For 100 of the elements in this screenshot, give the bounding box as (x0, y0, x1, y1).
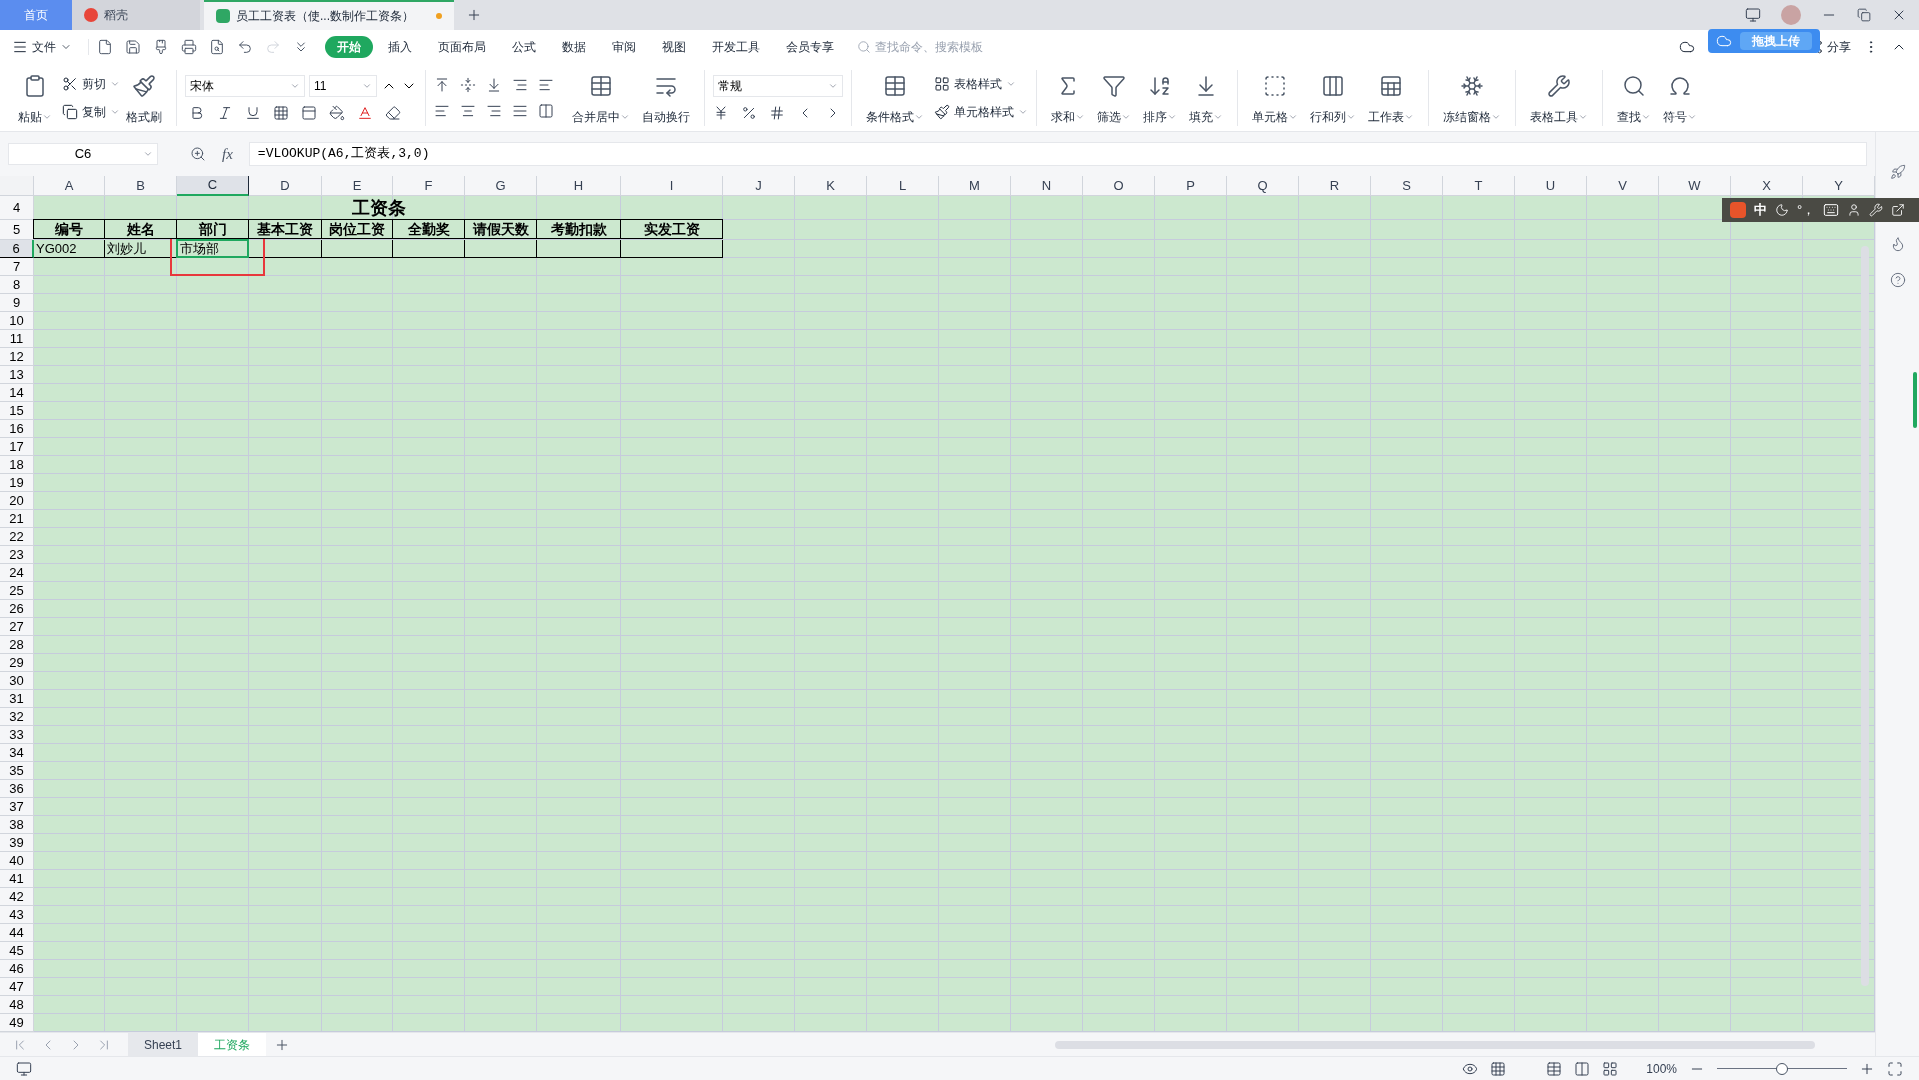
column-header[interactable]: Y (1803, 176, 1875, 196)
column-header[interactable]: X (1731, 176, 1803, 196)
align-top-icon[interactable] (434, 76, 450, 93)
row-header[interactable]: 7 (0, 258, 34, 276)
ribbon-tab[interactable]: 公式 (501, 36, 547, 58)
ribbon-tab[interactable]: 页面布局 (427, 36, 497, 58)
row-header[interactable]: 37 (0, 798, 34, 816)
format-painter-icon[interactable] (132, 73, 156, 98)
row-header[interactable]: 14 (0, 384, 34, 402)
conditional-format-button[interactable]: 条件格式 (860, 69, 930, 126)
thousands-icon[interactable] (769, 104, 785, 121)
row-header[interactable]: 49 (0, 1014, 34, 1032)
row-header[interactable]: 29 (0, 654, 34, 672)
user-icon[interactable] (1847, 203, 1862, 217)
column-header[interactable]: Q (1227, 176, 1299, 196)
menu-icon[interactable] (12, 39, 28, 55)
cell-style-button[interactable]: 单元格样式 (934, 99, 1028, 124)
rocket-icon[interactable] (1889, 164, 1906, 180)
column-header[interactable]: H (537, 176, 621, 196)
sum-button[interactable]: 求和 (1045, 69, 1091, 126)
save-icon[interactable] (125, 39, 141, 55)
input-icon[interactable] (1490, 1060, 1507, 1077)
sort-button[interactable]: 排序 (1137, 69, 1183, 126)
ribbon-tab[interactable]: 会员专享 (775, 36, 845, 58)
name-box[interactable]: C6 (8, 143, 158, 165)
ribbon-tab[interactable]: 开发工具 (701, 36, 771, 58)
font-family-dropdown[interactable]: 宋体 (185, 74, 305, 97)
freeze-panes-button[interactable]: 冻结窗格 (1437, 69, 1507, 126)
align-middle-icon[interactable] (460, 76, 476, 93)
zoom-slider[interactable] (1717, 1062, 1847, 1075)
window-tab[interactable]: 员工工资表（使...数制作工资条） (204, 0, 454, 30)
row-header[interactable]: 4 (0, 196, 34, 220)
row-header[interactable]: 43 (0, 906, 34, 924)
format-painter-button[interactable]: 格式刷 (120, 69, 168, 126)
window-tab[interactable]: 稻壳 (72, 0, 200, 30)
row-header[interactable]: 36 (0, 780, 34, 798)
row-header[interactable]: 15 (0, 402, 34, 420)
copy-button[interactable]: 复制 (62, 99, 120, 124)
cut-icon[interactable] (62, 75, 78, 92)
table-cell[interactable]: 市场部 (176, 239, 249, 258)
column-header[interactable]: U (1515, 176, 1587, 196)
macro-icon[interactable] (16, 1060, 32, 1077)
filter-button[interactable]: 筛选 (1091, 69, 1137, 126)
row-header[interactable]: 32 (0, 708, 34, 726)
restore-icon[interactable] (1857, 8, 1871, 22)
brush-icon[interactable] (153, 39, 169, 55)
row-header[interactable]: 46 (0, 960, 34, 978)
merge-center-icon[interactable] (589, 73, 613, 98)
row-header[interactable]: 13 (0, 366, 34, 384)
row-header[interactable]: 40 (0, 852, 34, 870)
column-header[interactable]: B (105, 176, 177, 196)
find-button[interactable]: 查找 (1611, 69, 1657, 126)
row-header[interactable]: 23 (0, 546, 34, 564)
column-header[interactable]: L (867, 176, 939, 196)
number-format-dropdown[interactable]: 常规 (713, 74, 843, 97)
row-header[interactable]: 5 (0, 220, 34, 240)
column-header[interactable]: R (1299, 176, 1371, 196)
row-header[interactable]: 6 (0, 240, 34, 258)
bold-icon[interactable] (189, 104, 205, 121)
row-header[interactable]: 47 (0, 978, 34, 996)
zoom-level[interactable]: 100% (1646, 1059, 1677, 1078)
row-header[interactable]: 33 (0, 726, 34, 744)
row-header[interactable]: 18 (0, 456, 34, 474)
row-header[interactable]: 48 (0, 996, 34, 1014)
distribute-icon[interactable] (538, 102, 554, 119)
table-style-icon[interactable] (934, 75, 950, 92)
row-header[interactable]: 11 (0, 330, 34, 348)
column-header[interactable]: F (393, 176, 465, 196)
new-file-icon[interactable] (97, 39, 113, 55)
row-header[interactable]: 21 (0, 510, 34, 528)
copy-icon[interactable] (62, 103, 78, 120)
vertical-scrollbar[interactable] (1861, 246, 1869, 986)
row-header[interactable]: 45 (0, 942, 34, 960)
table-cell[interactable]: 刘妙儿 (105, 240, 176, 257)
wrap-text-button[interactable]: 自动换行 (636, 69, 696, 126)
conditional-format-icon[interactable] (883, 73, 907, 98)
punctuation-mode[interactable]: °， (1797, 200, 1816, 220)
eraser-icon[interactable] (385, 104, 401, 121)
find-icon[interactable] (1622, 73, 1646, 98)
row-header[interactable]: 34 (0, 744, 34, 762)
cell-style-icon[interactable] (934, 103, 950, 120)
italic-icon[interactable] (217, 104, 233, 121)
worksheet-icon[interactable] (1379, 73, 1403, 98)
row-header[interactable]: 31 (0, 690, 34, 708)
row-header[interactable]: 22 (0, 528, 34, 546)
table-tools-button[interactable]: 表格工具 (1524, 69, 1594, 126)
table-tools-icon[interactable] (1547, 73, 1571, 98)
worksheet-button[interactable]: 工作表 (1362, 69, 1420, 126)
paste-button[interactable]: 粘贴 (12, 69, 58, 126)
row-header[interactable]: 39 (0, 834, 34, 852)
normal-view-icon[interactable] (1546, 1060, 1563, 1077)
align-bottom-icon[interactable] (486, 76, 502, 93)
formula-field[interactable]: =VLOOKUP(A6,工资表,3,0) (248, 142, 1867, 166)
cloud-icon[interactable] (1679, 39, 1695, 55)
table-style-button[interactable]: 表格样式 (934, 71, 1028, 96)
column-header[interactable]: O (1083, 176, 1155, 196)
row-header[interactable]: 19 (0, 474, 34, 492)
column-header[interactable]: K (795, 176, 867, 196)
ribbon-tab[interactable]: 审阅 (601, 36, 647, 58)
row-header[interactable]: 30 (0, 672, 34, 690)
